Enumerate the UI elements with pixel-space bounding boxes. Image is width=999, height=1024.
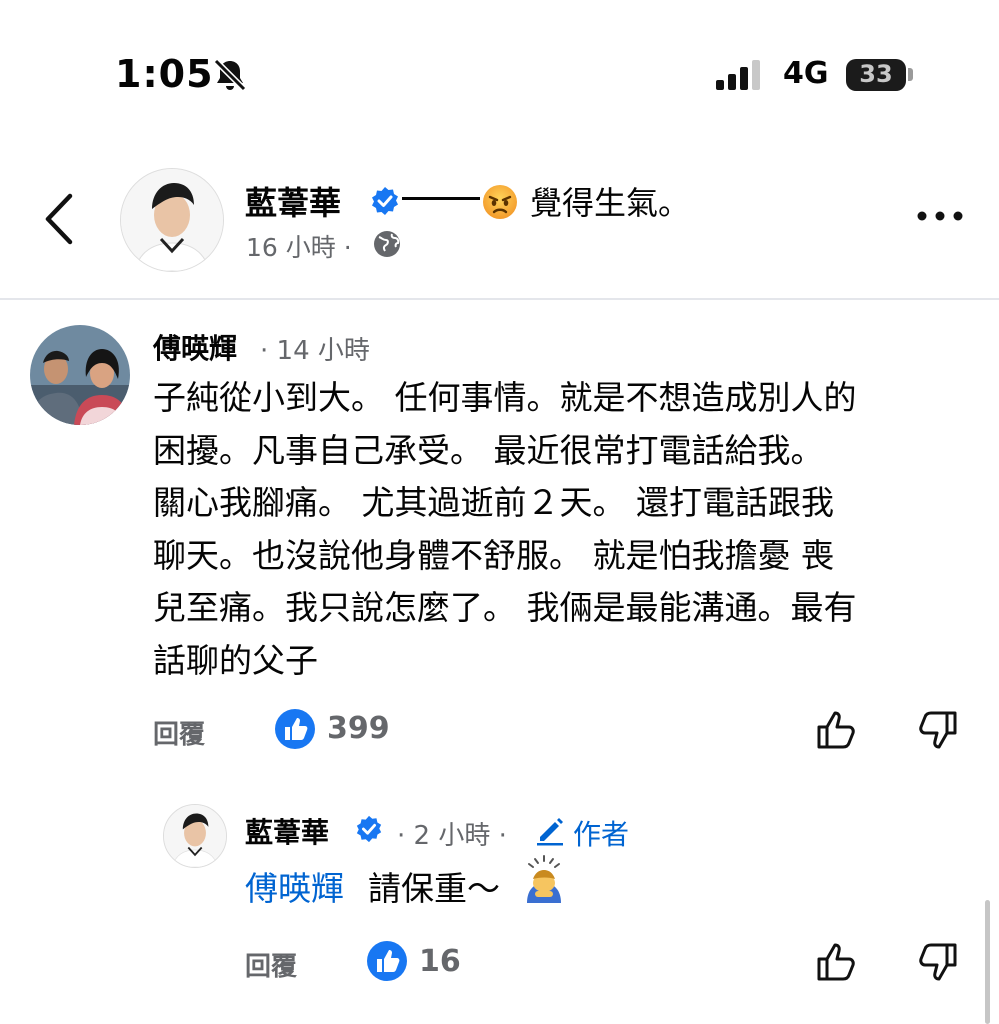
like-count[interactable]: 399 [327,711,390,746]
section-divider [0,298,999,300]
avatar-photo [30,325,130,425]
network-type: 4G [783,56,829,91]
post-author-avatar[interactable] [120,168,224,272]
comment-line: 子純從小到大。 任何事情。就是不想造成別人的 [153,378,857,417]
like-count[interactable]: 16 [419,944,461,979]
globe-icon [374,231,400,257]
reply-timestamp[interactable]: · 2 小時 · [397,815,507,852]
comment-line: 兒至痛。我只說怎麼了。 我倆是最能溝通。最有 [153,588,857,627]
thumbs-down-icon[interactable] [916,940,960,984]
thumbs-up-icon[interactable] [814,940,858,984]
battery-tip [908,68,913,81]
comment-line: 話聊的父子 [153,640,318,680]
reply-author-name[interactable]: 藍葦華 [245,811,329,851]
pencil-icon [537,818,563,846]
verified-badge-icon [372,187,398,215]
mention-link[interactable]: 傅暎輝 [245,862,344,910]
reply-button[interactable]: 回覆 [153,714,205,751]
comment-timestamp[interactable]: · 14 小時 [260,330,370,367]
like-reaction-icon[interactable] [274,708,316,750]
status-time: 1:05 [115,52,214,96]
back-chevron-icon[interactable] [40,190,80,248]
comment-body: 子純從小到大。 任何事情。就是不想造成別人的 困擾。凡事自己承受。 最近很常打電… [153,372,973,687]
thumbs-down-icon[interactable] [916,708,960,752]
battery-level: 33 [859,60,893,88]
avatar-portrait [121,169,223,271]
battery-icon: 33 [846,59,906,91]
bell-slash-icon [213,58,247,92]
post-author-name[interactable]: 藍葦華 [245,178,341,224]
comment-author-avatar[interactable] [30,325,130,425]
reply-text: 請保重～ [368,869,500,908]
bowing-person-emoji [527,855,561,903]
more-icon[interactable] [915,205,965,227]
avatar-portrait [164,805,226,867]
reply-button[interactable]: 回覆 [245,946,297,983]
angry-face-emoji [483,185,517,219]
signal-icon [716,60,760,90]
comment-line: 困擾。凡事自己承受。 最近很常打電話給我。 [153,430,824,470]
thumbs-up-icon[interactable] [814,708,858,752]
reply-author-avatar[interactable] [163,804,227,868]
comment-author-name[interactable]: 傅暎輝 [153,327,237,367]
scrollbar[interactable] [985,900,990,1024]
post-feeling: 覺得生氣。 [530,184,691,222]
like-reaction-icon[interactable] [366,940,408,982]
feeling-separator [402,197,480,200]
author-badge: 作者 [573,818,630,851]
verified-badge-icon [356,815,382,843]
comment-line: 關心我腳痛。 尤其過逝前２天。 還打電話跟我 [153,483,834,522]
post-timestamp[interactable]: 16 小時 · [246,228,352,264]
comment-line: 聊天。也沒說他身體不舒服。 就是怕我擔憂 喪 [153,535,834,575]
